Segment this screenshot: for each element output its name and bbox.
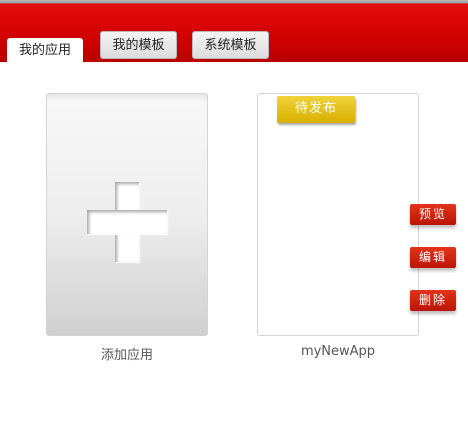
add-app-card[interactable] bbox=[46, 93, 208, 336]
add-app-label: 添加应用 bbox=[100, 348, 153, 363]
tab-system-templates[interactable]: 系统模板 bbox=[192, 31, 269, 59]
app-card[interactable]: 待发布 bbox=[257, 93, 419, 336]
preview-button[interactable]: 预览 bbox=[410, 204, 456, 225]
edit-button[interactable]: 编辑 bbox=[410, 247, 456, 268]
tab-my-apps[interactable]: 我的应用 bbox=[7, 38, 83, 64]
plus-icon bbox=[87, 182, 167, 262]
delete-button[interactable]: 删除 bbox=[410, 290, 456, 311]
tab-my-templates[interactable]: 我的模板 bbox=[100, 31, 177, 59]
app-name-label: myNewApp bbox=[300, 344, 376, 359]
status-badge: 待发布 bbox=[277, 96, 355, 123]
top-nav-bar: 我的应用 我的模板 系统模板 bbox=[0, 0, 468, 64]
